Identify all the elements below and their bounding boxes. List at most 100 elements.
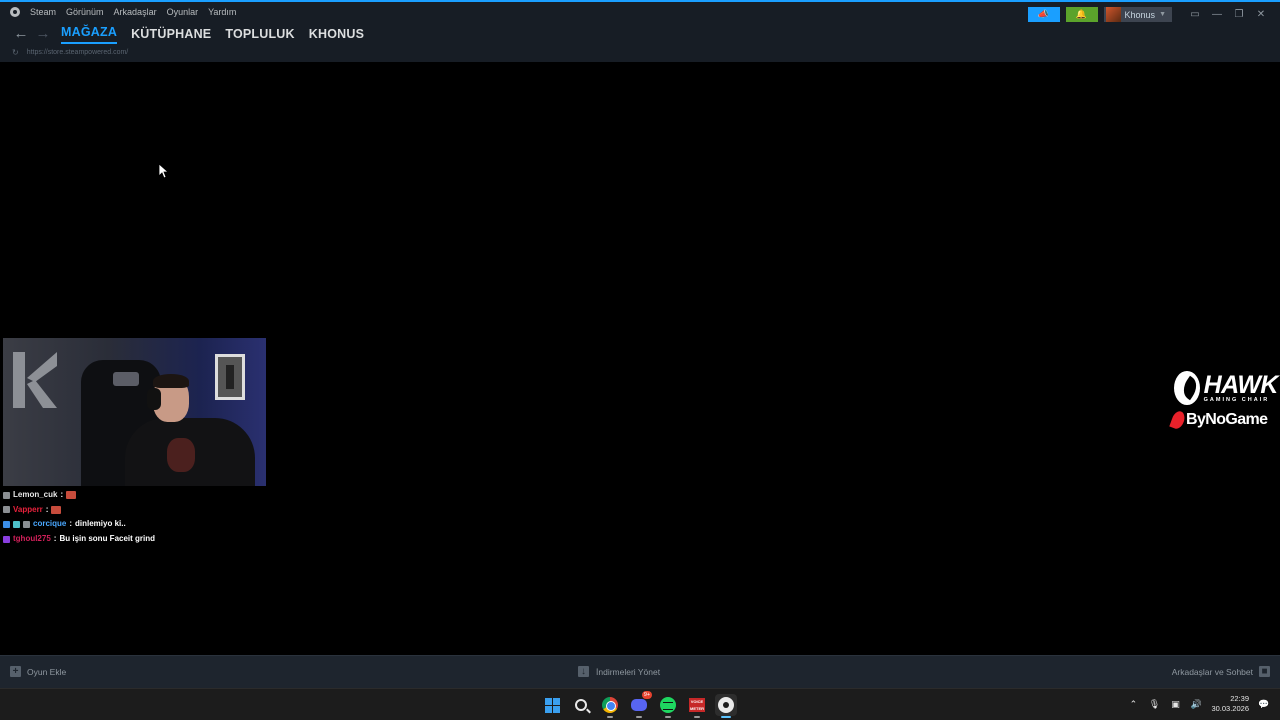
maximize-icon[interactable]: ❐ <box>1228 9 1250 20</box>
chrome-taskbar-button[interactable] <box>599 694 621 718</box>
refresh-icon[interactable]: ↻ <box>12 48 19 57</box>
add-game-label: Oyun Ekle <box>27 666 67 677</box>
discord-taskbar-button[interactable]: 9+ <box>628 691 652 718</box>
tab-store[interactable]: MAĞAZA <box>61 24 118 44</box>
chat-username: Lemon_cuk <box>13 490 58 499</box>
clock-date: 30.03.2026 <box>1211 704 1249 713</box>
friends-label: Arkadaşlar ve Sohbet <box>1171 666 1253 677</box>
windows-taskbar: 9+ VOICE METER ⌃ 🎙 ▣ 🔊 22:39 30.03.2026 … <box>0 688 1280 720</box>
chat-username: Vapperr <box>13 504 43 514</box>
tab-library[interactable]: KÜTÜPHANE <box>131 24 211 44</box>
chat-overlay: Lemon_cuk : Vapperr : corcique : dinlemi… <box>3 488 155 546</box>
sword-badge-icon <box>3 506 10 514</box>
emote-icon <box>51 505 62 514</box>
megaphone-icon: 📣 <box>1037 9 1050 19</box>
bynogame-text: ByNoGame <box>1186 411 1268 428</box>
system-tray: ⌃ 🎙 ▣ 🔊 22:39 30.03.2026 💬 <box>1127 694 1270 714</box>
big-picture-icon[interactable]: ▭ <box>1184 9 1206 20</box>
spotify-icon <box>660 697 676 713</box>
voicemeeter-taskbar-button[interactable]: VOICE METER <box>686 694 708 718</box>
start-button[interactable] <box>541 694 563 716</box>
chat-username: tghoul275 <box>13 533 51 543</box>
menu-item-help[interactable]: Yardım <box>208 7 236 17</box>
nav-tabs: MAĞAZA KÜTÜPHANE TOPLULUK KHONUS <box>61 24 364 44</box>
search-icon <box>575 699 587 711</box>
chat-username: corcique <box>33 519 67 529</box>
username: Khonus <box>1124 9 1156 20</box>
friends-chat-button[interactable]: Arkadaşlar ve Sohbet ■ <box>1172 666 1270 677</box>
clock[interactable]: 22:39 30.03.2026 <box>1211 694 1249 714</box>
steam-logo-icon <box>10 7 20 17</box>
menu-item-games[interactable]: Oyunlar <box>167 7 199 17</box>
steam-titlebar: Steam Görünüm Arkadaşlar Oyunlar Yardım … <box>0 0 1280 62</box>
chat-separator: : <box>45 504 49 514</box>
add-game-button[interactable]: + Oyun Ekle <box>10 666 66 677</box>
hawk-name: HAWK <box>1203 371 1279 399</box>
tab-community[interactable]: TOPLULUK <box>225 24 294 44</box>
user-menu-button[interactable]: Khonus ▼ <box>1103 7 1172 22</box>
sword-badge-icon <box>3 491 10 499</box>
microphone-icon[interactable]: 🎙 <box>1148 699 1160 710</box>
broadcast-button[interactable]: 📣 <box>1027 7 1060 22</box>
clock-time: 22:39 <box>1230 694 1249 703</box>
volume-icon[interactable]: 🔊 <box>1190 699 1202 710</box>
emote-icon <box>66 491 77 500</box>
headset-icon <box>147 388 161 410</box>
chat-line: Vapperr : <box>3 503 155 518</box>
notifications-button[interactable]: 🔔 <box>1065 7 1098 22</box>
k-logo-icon <box>13 352 57 408</box>
bell-icon: 🔔 <box>1075 9 1088 19</box>
steam-bottombar: + Oyun Ekle ↓ İndirmeleri Yönet Arkadaşl… <box>0 655 1280 688</box>
notification-center-icon[interactable]: 💬 <box>1258 699 1270 710</box>
windows-logo-icon <box>544 697 560 713</box>
streamer <box>125 374 255 486</box>
steam-icon <box>718 697 734 713</box>
spotify-taskbar-button[interactable] <box>657 694 679 718</box>
sponsor-logos: HAWK GAMING CHAIR ByNoGame <box>1169 371 1279 431</box>
chat-line: Lemon_cuk : <box>3 488 155 503</box>
menu-item-friends[interactable]: Arkadaşlar <box>114 7 157 17</box>
chat-line: tghoul275 : Bu işin sonu Faceit grind <box>3 532 155 547</box>
discord-badge: 9+ <box>642 691 652 699</box>
discord-icon <box>631 699 647 711</box>
taskbar-apps: 9+ VOICE METER <box>541 691 737 718</box>
chat-message: dinlemiyo ki.. <box>75 519 126 529</box>
voicemeeter-icon: VOICE METER <box>689 698 705 712</box>
hawk-feather-icon <box>1174 371 1200 405</box>
network-icon[interactable]: ▣ <box>1169 699 1181 710</box>
download-icon: ↓ <box>578 666 589 677</box>
plus-icon: + <box>10 666 21 677</box>
purple-badge-icon <box>3 535 10 543</box>
window-controls: ▭ — ❐ ✕ <box>1184 9 1272 20</box>
search-button[interactable] <box>570 694 592 716</box>
chevron-up-icon[interactable]: ⌃ <box>1127 699 1139 710</box>
blue-badge-icon <box>3 520 10 528</box>
chat-message: Bu işin sonu Faceit grind <box>59 533 156 543</box>
url-row: ↻ https://store.steampowered.com/ <box>12 48 128 57</box>
back-arrow-icon[interactable]: ← <box>10 24 32 44</box>
forward-arrow-icon[interactable]: → <box>32 24 54 44</box>
chat-separator: : <box>60 490 64 499</box>
close-icon[interactable]: ✕ <box>1250 9 1272 20</box>
minimize-icon[interactable]: — <box>1206 9 1228 20</box>
bynogame-drop-icon <box>1169 409 1187 431</box>
tab-profile[interactable]: KHONUS <box>309 24 364 44</box>
manage-downloads-button[interactable]: ↓ İndirmeleri Yönet <box>578 666 660 677</box>
menu-item-view[interactable]: Görünüm <box>66 7 104 17</box>
top-right-controls: 📣 🔔 Khonus ▼ ▭ — ❐ ✕ <box>1027 7 1272 22</box>
menu-bar: Steam Görünüm Arkadaşlar Oyunlar Yardım <box>10 7 236 17</box>
webcam-overlay <box>3 338 266 486</box>
hawk-subtitle: GAMING CHAIR <box>1203 397 1270 403</box>
screen: Steam Görünüm Arkadaşlar Oyunlar Yardım … <box>0 0 1280 720</box>
bynogame-logo: ByNoGame <box>1169 409 1278 431</box>
url-text[interactable]: https://store.steampowered.com/ <box>27 49 129 56</box>
steam-taskbar-button[interactable] <box>715 694 737 718</box>
chrome-icon <box>602 697 618 713</box>
chat-separator: : <box>53 533 57 543</box>
cyan-badge-icon <box>13 520 20 528</box>
menu-item-steam[interactable]: Steam <box>30 7 56 17</box>
downloads-label: İndirmeleri Yönet <box>596 666 661 677</box>
avatar <box>1105 7 1121 22</box>
chat-bubble-icon: ■ <box>1259 666 1270 677</box>
hawk-logo: HAWK GAMING CHAIR <box>1174 371 1279 405</box>
